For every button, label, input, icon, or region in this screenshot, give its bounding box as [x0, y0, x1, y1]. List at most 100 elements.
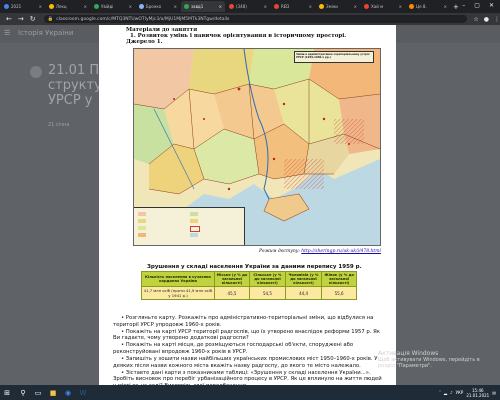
tab-label: (348) — [236, 4, 247, 9]
tab-label: завд1 — [191, 4, 204, 9]
table-cell: 44,4 — [284, 286, 323, 301]
table-row: 41,7 млн осіб (проти 41,9 млн осіб у 194… — [141, 286, 357, 301]
tab-favicon-icon — [319, 4, 324, 9]
tab-label: Зміни — [326, 4, 338, 9]
table-header: Чоловіків (у % до загальної кількості) — [284, 270, 323, 288]
browser-tab[interactable]: RED × — [271, 1, 315, 12]
browser-tab[interactable]: завд1 × — [181, 1, 225, 12]
browser-tab-bar: 2021 × Лекц × Увійді × Бронко × завд1 × (348) × RED ×… — [0, 0, 500, 13]
table-cell: 54,5 — [249, 286, 286, 301]
volume-icon[interactable]: ♪ — [450, 390, 453, 395]
tab-close-icon[interactable]: × — [84, 4, 87, 9]
tab-close-icon[interactable]: × — [444, 4, 447, 9]
tab-label: RED — [281, 4, 290, 9]
watermark-line: розділ "Параметри". — [378, 363, 432, 369]
assignment-icon — [30, 66, 42, 78]
map-title: Зміни в адміністративно-територіальному … — [294, 51, 374, 63]
windows-start-icon[interactable]: ⊞ — [0, 385, 14, 400]
tab-favicon-icon — [274, 4, 279, 9]
chrome-icon[interactable]: ◉ — [62, 387, 74, 399]
table-cell: 41,7 млн осіб (проти 41,9 млн осіб у 194… — [141, 286, 215, 301]
word-icon[interactable]: W — [77, 387, 89, 399]
forward-icon[interactable]: → — [18, 15, 24, 23]
browser-tab[interactable]: (348) × — [226, 1, 270, 12]
menu-icon[interactable]: ⋮ — [494, 16, 500, 23]
file-explorer-icon[interactable]: ■ — [47, 387, 59, 399]
search-icon[interactable]: ⚲ — [17, 387, 29, 399]
chevron-up-icon[interactable]: ˄ — [439, 390, 441, 395]
browser-tab[interactable]: Хай м × — [361, 1, 405, 12]
browser-tab[interactable]: Увійді × — [91, 1, 135, 12]
table-cell: 55,6 — [321, 286, 357, 301]
list-item: • Запишіть у зошити назви найбільших укр… — [113, 356, 378, 369]
bookmark-star-icon[interactable]: ☆ — [473, 16, 478, 23]
hamburger-icon[interactable]: ☰ — [4, 29, 10, 37]
task-list: • Розгляньте карту. Розкажіть про адміні… — [113, 315, 385, 385]
map-source-link[interactable]: http://sheringp.ru/uk-uk/i/478.html — [301, 249, 381, 254]
table-caption: Зрушення у складі населення України за д… — [147, 264, 362, 270]
document-viewer[interactable]: Матеріали до заняття 1. Розвиток умінь і… — [99, 25, 396, 385]
url-text: classroom.google.com/c/MTQ3NTUwOTIyMjc3/… — [56, 16, 230, 22]
tab-close-icon[interactable]: × — [129, 4, 132, 9]
assignment-title-line3: УРСР у — [48, 93, 93, 108]
language-indicator[interactable]: УКР — [456, 390, 464, 395]
table-header-row: Кількість населення в сучасних кордонах … — [141, 270, 357, 288]
tab-label: Хай м — [371, 4, 384, 9]
tab-close-icon[interactable]: × — [174, 4, 177, 9]
list-item: • Розгляньте карту. Розкажіть про адміні… — [113, 315, 374, 328]
clock[interactable]: 15:46 21.01.2021 — [466, 388, 489, 398]
system-tray: ˄ ▂ ♪ УКР 15:46 21.01.2021 ▤ — [439, 385, 496, 400]
map-legend — [134, 207, 245, 245]
task-heading: 1. Розвиток умінь і навичок орієнтування… — [130, 33, 347, 39]
tab-close-icon[interactable]: × — [309, 4, 312, 9]
tab-favicon-icon — [409, 4, 414, 9]
tab-close-icon[interactable]: × — [354, 4, 357, 9]
list-item: • Покажіть на карті місця, де розміщують… — [113, 342, 354, 355]
browser-tab[interactable]: 2021 × — [1, 1, 45, 12]
tab-favicon-icon — [364, 4, 369, 9]
back-icon[interactable]: ← — [6, 15, 12, 23]
window-controls: – ▢ ✕ — [456, 0, 500, 11]
windows-taskbar: ⊞ ⚲ ▭ ■ ◉ W ˄ ▂ ♪ УКР 15:46 21.01.2021 ▤ — [0, 385, 500, 400]
close-window-icon[interactable]: ✕ — [489, 2, 494, 9]
source-heading: Джерело 1. — [126, 39, 163, 45]
url-bar[interactable]: 🔒 classroom.google.com/c/MTQ3NTUwOTIyMjc… — [43, 15, 468, 23]
list-item: • Покажіть на карті УРСР території радго… — [113, 328, 380, 342]
tab-close-icon[interactable]: × — [399, 4, 402, 9]
historical-map: Зміни в адміністративно-територіальному … — [133, 48, 381, 246]
address-toolbar: ← → ↻ 🔒 classroom.google.com/c/MTQ3NTUwO… — [0, 13, 500, 25]
browser-tab[interactable]: Бронко × — [136, 1, 180, 12]
tab-label: Увійді — [101, 4, 114, 9]
assignment-date: 21 січня — [48, 122, 70, 128]
network-icon[interactable]: ▂ — [444, 390, 447, 395]
notifications-icon[interactable]: ▤ — [492, 390, 496, 395]
population-table: Кількість населення в сучасних кордонах … — [141, 270, 357, 301]
tab-favicon-icon — [139, 4, 144, 9]
table-cell: 45,5 — [213, 286, 251, 301]
profile-icon[interactable]: ● — [484, 16, 489, 23]
table-header: Сільське (у % до загальної кількості) — [249, 270, 286, 288]
reload-icon[interactable]: ↻ — [30, 15, 36, 23]
table-header: Жінок (у % до загальної кількості) — [321, 270, 357, 288]
minimize-icon[interactable]: – — [462, 2, 465, 9]
browser-tab[interactable]: Зміни × — [316, 1, 360, 12]
assignment-title-line2: структу — [48, 78, 102, 93]
tab-close-icon[interactable]: × — [39, 4, 42, 9]
maximize-icon[interactable]: ▢ — [474, 2, 480, 9]
clock-date: 21.01.2021 — [466, 392, 490, 398]
windows-activation-watermark: Активація Windows Щоб активувати Windows… — [378, 351, 480, 370]
course-title[interactable]: Історія України — [18, 29, 73, 37]
tab-close-icon[interactable]: × — [219, 4, 222, 9]
map-source-reference: Режим доступу: http://sheringp.ru/uk-uk/… — [259, 249, 381, 254]
list-item: • Зіставте дані карти з показниками табл… — [113, 369, 382, 385]
tab-favicon-icon — [184, 4, 189, 9]
tab-label: Бронко — [146, 4, 162, 9]
task-view-icon[interactable]: ▭ — [32, 387, 44, 399]
lock-icon: 🔒 — [47, 16, 54, 22]
table-header: Кількість населення в сучасних кордонах … — [141, 270, 215, 288]
tab-label: Лекц — [56, 4, 67, 9]
browser-tab[interactable]: Лекц × — [46, 1, 90, 12]
tab-close-icon[interactable]: × — [264, 4, 267, 9]
browser-tab[interactable]: Це 8. × — [406, 1, 450, 12]
tab-favicon-icon — [49, 4, 54, 9]
